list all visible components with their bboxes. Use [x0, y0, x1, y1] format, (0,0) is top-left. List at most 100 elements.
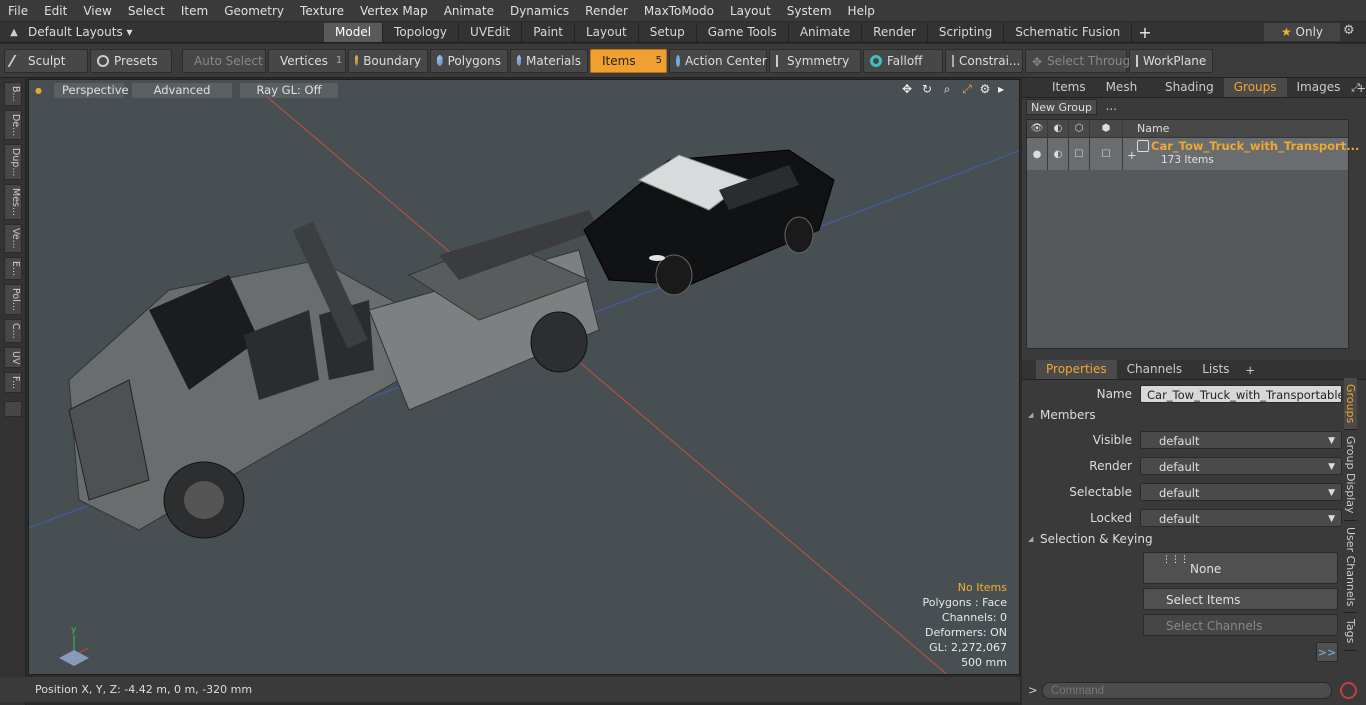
left-tool-deform[interactable]: De... — [4, 109, 22, 140]
select-channels-button[interactable]: Select Channels — [1143, 614, 1338, 636]
menu-help[interactable]: Help — [840, 0, 883, 22]
presets-button[interactable]: Presets — [90, 48, 172, 73]
left-tool-collapse[interactable] — [4, 401, 22, 418]
add-tab-icon[interactable]: + — [1138, 23, 1151, 42]
side-tab-group-display[interactable]: Group Display — [1344, 430, 1357, 521]
viewport-menu-icon[interactable]: ● — [35, 86, 42, 95]
add-props-tab-icon[interactable]: + — [1245, 363, 1255, 377]
tab-channels[interactable]: Channels — [1117, 360, 1193, 379]
zoom-view-icon[interactable]: ⌕ — [941, 83, 953, 95]
visible-dropdown[interactable]: default ▼ — [1140, 431, 1342, 449]
selection-keying-section[interactable]: Selection & Keying — [1026, 530, 1342, 548]
tab-images[interactable]: Images — [1287, 78, 1351, 97]
left-tool-curve[interactable]: C... — [4, 318, 22, 343]
menu-animate[interactable]: Animate — [436, 0, 502, 22]
visibility-eye-icon[interactable]: 👁 — [1027, 119, 1048, 138]
materials-button[interactable]: Materials — [510, 48, 588, 73]
vertices-button[interactable]: Vertices 1 — [268, 48, 346, 73]
left-tool-uv[interactable]: UV — [4, 346, 22, 369]
group-row[interactable]: ● ◐ ☐ ☐ + Car_Tow_Truck_with_Transport..… — [1027, 138, 1359, 170]
polygons-button[interactable]: Polygons — [430, 48, 508, 73]
symmetry-button[interactable]: Symmetry — [769, 48, 861, 73]
raygl-button[interactable]: Ray GL: Off — [239, 82, 338, 98]
tab-properties[interactable]: Properties — [1036, 360, 1117, 379]
tab-items[interactable]: Items — [1042, 78, 1096, 97]
menu-file[interactable]: File — [0, 0, 36, 22]
select-through-button[interactable]: ✥ Select Through — [1025, 48, 1138, 73]
side-tab-user-channels[interactable]: User Channels — [1344, 520, 1357, 614]
tab-schematic-fusion[interactable]: Schematic Fusion — [1004, 22, 1133, 42]
select-items-button[interactable]: Select Items — [1143, 588, 1338, 610]
expand-icon[interactable]: + — [1127, 148, 1137, 162]
render-icon[interactable]: ◐ — [1048, 119, 1069, 138]
move-view-icon[interactable]: ✥ — [901, 83, 913, 95]
menu-maxtomodo[interactable]: MaxToModo — [636, 0, 722, 22]
tab-layout[interactable]: Layout — [575, 22, 639, 42]
action-center-button[interactable]: Action Center — [669, 48, 767, 73]
menu-dynamics[interactable]: Dynamics — [502, 0, 577, 22]
items-button[interactable]: Items 5 — [590, 48, 667, 73]
tab-paint[interactable]: Paint — [522, 22, 575, 42]
side-tab-groups[interactable]: Groups — [1344, 378, 1357, 431]
rotate-view-icon[interactable]: ↻ — [921, 83, 933, 95]
record-icon[interactable] — [1340, 682, 1357, 699]
tab-uvedit[interactable]: UVEdit — [459, 22, 523, 42]
more-button[interactable]: >> — [1316, 642, 1338, 662]
locked-dropdown[interactable]: default ▼ — [1140, 509, 1342, 527]
menu-geometry[interactable]: Geometry — [216, 0, 292, 22]
3d-viewport[interactable]: y ● Perspective Advanced Ray GL: Off ✥ ↻… — [28, 79, 1020, 675]
left-tool-basic[interactable]: B... — [4, 82, 22, 106]
tab-game-tools[interactable]: Game Tools — [697, 22, 789, 42]
only-toggle[interactable]: ★ Only — [1264, 23, 1340, 41]
row-select-checkbox[interactable]: ☐ — [1090, 138, 1123, 170]
boundary-button[interactable]: Boundary — [348, 48, 428, 73]
row-lock-checkbox[interactable]: ☐ — [1069, 138, 1090, 170]
falloff-button[interactable]: Falloff — [863, 48, 943, 73]
side-tab-tags[interactable]: Tags — [1344, 613, 1357, 651]
new-group-button[interactable]: New Group — [1026, 99, 1097, 115]
workplane-button[interactable]: WorkPlane — [1129, 48, 1213, 73]
tab-mesh[interactable]: Mesh ... — [1096, 78, 1155, 113]
tab-animate[interactable]: Animate — [789, 22, 863, 42]
menu-layout[interactable]: Layout — [722, 0, 779, 22]
tab-setup[interactable]: Setup — [639, 22, 697, 42]
menu-select[interactable]: Select — [120, 0, 173, 22]
left-tool-vertex[interactable]: Ve... — [4, 224, 22, 253]
selectable-dropdown[interactable]: default ▼ — [1140, 483, 1342, 501]
selectable-icon[interactable]: ⬢ — [1090, 119, 1123, 138]
menu-item[interactable]: Item — [173, 0, 216, 22]
name-field[interactable]: Car_Tow_Truck_with_Transportable_C — [1140, 385, 1342, 403]
perspective-button[interactable]: Perspective — [53, 82, 129, 98]
left-tool-edge[interactable]: E... — [4, 256, 22, 281]
render-dropdown[interactable]: default ▼ — [1140, 457, 1342, 475]
layout-arrow-icon[interactable]: ▲ — [0, 27, 28, 38]
left-tool-fusion[interactable]: F... — [4, 372, 22, 394]
tab-shading[interactable]: Shading — [1155, 78, 1224, 97]
row-visibility-icon[interactable]: ● — [1027, 138, 1048, 170]
tab-scripting[interactable]: Scripting — [928, 22, 1005, 42]
maximize-view-icon[interactable]: ⤢ — [961, 83, 973, 95]
left-tool-mesh[interactable]: Mes... — [4, 184, 22, 221]
menu-system[interactable]: System — [779, 0, 840, 22]
tab-lists[interactable]: Lists — [1192, 360, 1239, 379]
constraints-button[interactable]: Constrai... — [945, 48, 1023, 73]
left-tool-polygon[interactable]: Pol... — [4, 284, 22, 315]
name-column-header[interactable]: Name — [1123, 122, 1169, 135]
layout-selector[interactable]: Default Layouts ▾ — [28, 25, 324, 39]
advanced-button[interactable]: Advanced — [131, 82, 232, 98]
panel-expand-icon[interactable]: ⤢ — [1351, 81, 1360, 95]
command-input[interactable] — [1042, 682, 1332, 699]
menu-edit[interactable]: Edit — [36, 0, 75, 22]
menu-render[interactable]: Render — [577, 0, 636, 22]
viewport-settings-icon[interactable]: ⚙ — [979, 83, 991, 95]
tab-topology[interactable]: Topology — [383, 22, 460, 42]
menu-view[interactable]: View — [75, 0, 119, 22]
tab-model[interactable]: Model — [324, 22, 384, 42]
settings-gear-icon[interactable]: ⚙ — [1343, 23, 1355, 38]
tab-render[interactable]: Render — [862, 22, 928, 42]
keying-none-button[interactable]: ⋮⋮⋮ None — [1143, 552, 1338, 584]
viewport-more-icon[interactable]: ▸ — [995, 83, 1007, 95]
members-section[interactable]: Members — [1026, 406, 1342, 424]
menu-vertex-map[interactable]: Vertex Map — [352, 0, 436, 22]
left-tool-duplicate[interactable]: Dup... — [4, 143, 22, 181]
